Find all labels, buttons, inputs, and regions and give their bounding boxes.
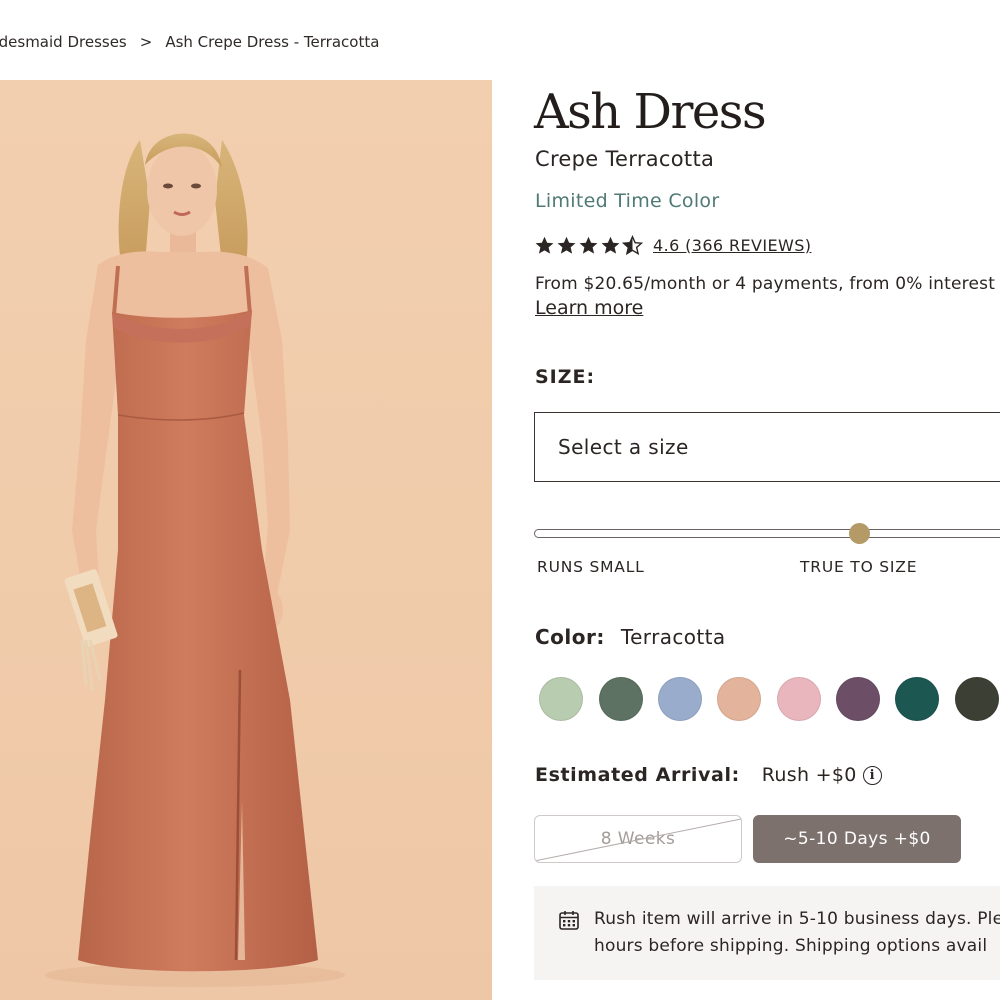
financing-text: From $20.65/month or 4 payments, from 0%… xyxy=(535,274,996,294)
shipping-option-rush[interactable]: ~5-10 Days +$0 xyxy=(753,815,961,863)
rush-notice: Rush item will arrive in 5-10 business d… xyxy=(534,886,1000,980)
breadcrumb-separator: > xyxy=(139,33,153,51)
size-select[interactable]: Select a size xyxy=(534,412,1000,482)
info-icon[interactable]: i xyxy=(862,765,882,785)
star-icon xyxy=(535,236,554,254)
unavailable-strike xyxy=(535,816,741,862)
rush-notice-line: Rush item will arrive in 5-10 business d… xyxy=(594,909,1000,929)
model-photo xyxy=(45,133,345,987)
learn-more-link[interactable]: Learn more xyxy=(535,297,643,319)
color-label: Color: xyxy=(535,625,605,649)
color-swatch[interactable] xyxy=(955,677,999,721)
color-swatch[interactable] xyxy=(836,677,880,721)
shipping-option-8-weeks[interactable]: 8 Weeks xyxy=(534,815,742,863)
fit-scale-track xyxy=(534,529,1000,538)
fit-scale-indicator xyxy=(849,523,870,544)
calendar-icon xyxy=(559,911,579,930)
estimated-arrival-value: Rush +$0 xyxy=(761,764,857,786)
reviews-link[interactable]: 4.6 (366 REVIEWS) xyxy=(653,236,811,255)
star-rating xyxy=(534,234,643,256)
fit-label-true-to-size: TRUE TO SIZE xyxy=(800,558,918,576)
rush-notice-line: hours before shipping. Shipping options … xyxy=(594,936,988,956)
shipping-option-label: ~5-10 Days +$0 xyxy=(783,829,931,849)
color-swatch[interactable] xyxy=(599,677,643,721)
size-label: SIZE: xyxy=(535,366,596,388)
fit-label-runs-small: RUNS SMALL xyxy=(537,558,645,576)
star-icon xyxy=(557,236,576,254)
breadcrumb: Bridesmaid Dresses > Ash Crepe Dress - T… xyxy=(0,30,500,54)
color-row: Color: Terracotta xyxy=(535,625,726,649)
star-half-icon xyxy=(622,234,643,255)
color-swatch[interactable] xyxy=(539,677,583,721)
color-swatch[interactable] xyxy=(717,677,761,721)
estimated-arrival-label: Estimated Arrival: xyxy=(535,764,740,786)
product-title: Ash Dress xyxy=(534,84,767,140)
product-image[interactable] xyxy=(0,80,492,1000)
rush-notice-text: Rush item will arrive in 5-10 business d… xyxy=(594,906,1000,960)
rating-row: 4.6 (366 REVIEWS) xyxy=(534,232,811,258)
breadcrumb-current: Ash Crepe Dress - Terracotta xyxy=(165,33,380,51)
color-swatch[interactable] xyxy=(895,677,939,721)
star-icon xyxy=(579,236,598,254)
limited-time-badge: Limited Time Color xyxy=(535,190,720,212)
breadcrumb-link-bridesmaid-dresses[interactable]: Bridesmaid Dresses xyxy=(0,33,127,51)
product-fabric-color: Crepe Terracotta xyxy=(535,147,715,171)
star-icon xyxy=(601,236,620,254)
size-select-placeholder: Select a size xyxy=(558,435,689,459)
color-swatch[interactable] xyxy=(777,677,821,721)
color-selected-value: Terracotta xyxy=(620,625,726,649)
estimated-arrival-row: Estimated Arrival: Rush +$0 i xyxy=(535,764,882,786)
color-swatch[interactable] xyxy=(658,677,702,721)
